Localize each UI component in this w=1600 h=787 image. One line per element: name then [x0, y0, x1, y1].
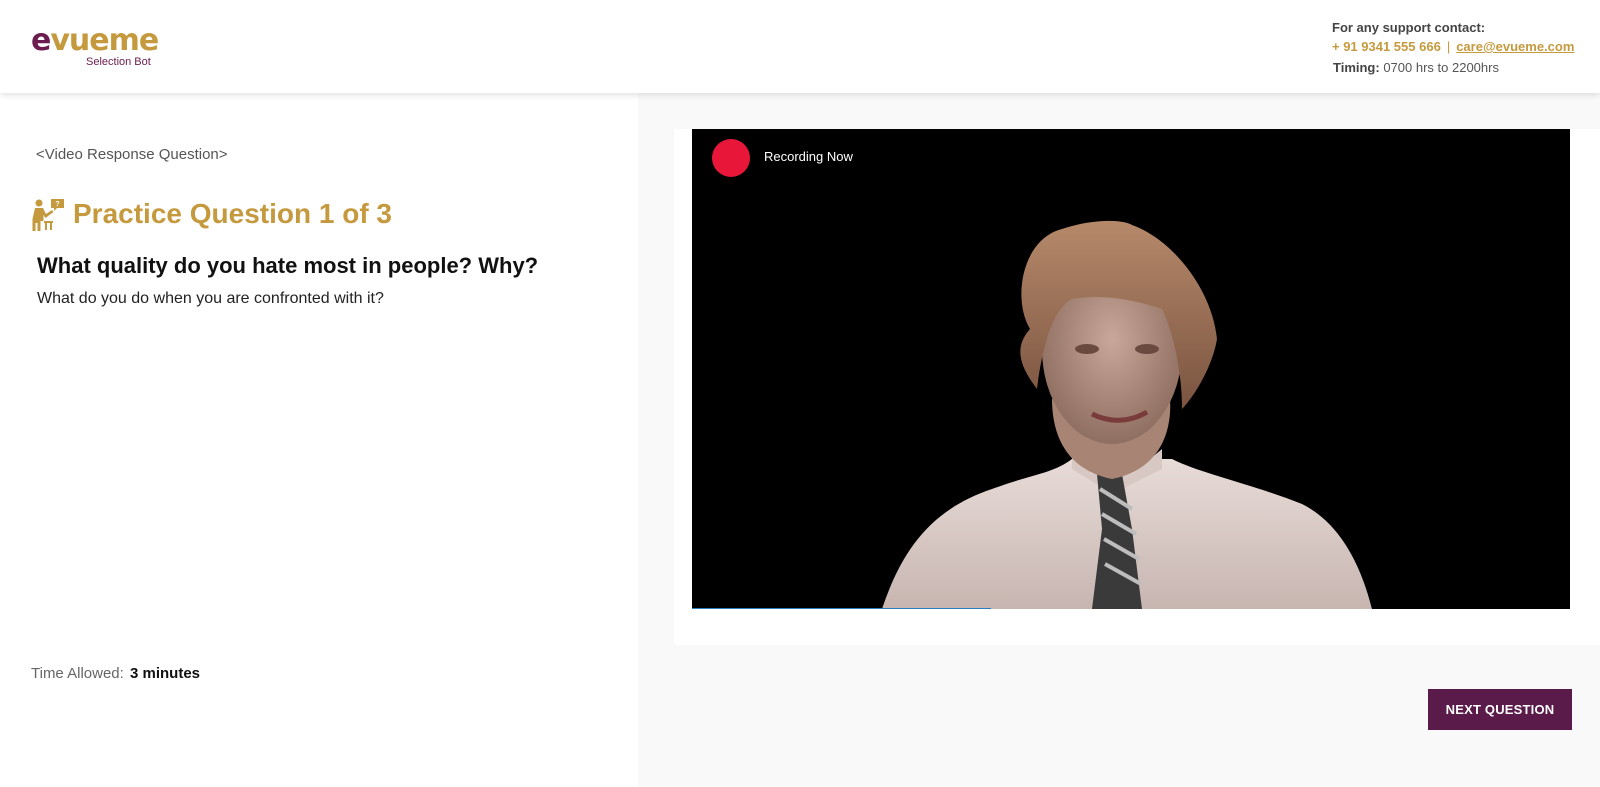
- support-phone[interactable]: + 91 9341 555 666: [1332, 39, 1441, 54]
- question-sub-text: What do you do when you are confronted w…: [37, 290, 384, 307]
- logo-wordmark: evueme: [31, 24, 161, 58]
- support-contacts-row: + 91 9341 555 666 | care@evueme.com: [1332, 37, 1594, 56]
- recording-status-label: Recording Now: [764, 149, 853, 164]
- timing-value: 0700 hrs to 2200hrs: [1383, 60, 1499, 75]
- recording-panel: Recording Now NEXT QUESTION: [638, 93, 1600, 787]
- logo-rest: vueme: [50, 23, 159, 58]
- time-allowed-label: Time Allowed:: [31, 665, 124, 682]
- question-type-label: <Video Response Question>: [36, 146, 228, 163]
- support-email-link[interactable]: care@evueme.com: [1456, 39, 1574, 54]
- next-question-button[interactable]: NEXT QUESTION: [1428, 689, 1572, 730]
- logo-letter: e: [31, 23, 51, 58]
- logo-subtitle: Selection Bot: [86, 56, 151, 68]
- webcam-person-image: [882, 220, 1372, 609]
- evueme-logo[interactable]: evueme Selection Bot: [31, 24, 161, 72]
- svg-text:?: ?: [55, 201, 59, 208]
- webcam-video[interactable]: Recording Now: [692, 129, 1570, 609]
- separator: |: [1446, 39, 1451, 54]
- timing-label: Timing:: [1333, 60, 1380, 75]
- header: evueme Selection Bot For any support con…: [0, 0, 1600, 93]
- video-container: Recording Now: [674, 129, 1600, 645]
- time-allowed: Time Allowed: 3 minutes: [31, 665, 200, 682]
- question-panel: <Video Response Question> ? Practice Que…: [0, 93, 638, 787]
- time-allowed-value: 3 minutes: [129, 665, 201, 682]
- practice-heading: ? Practice Question 1 of 3: [31, 197, 392, 231]
- teacher-icon: ?: [32, 199, 64, 231]
- support-label: For any support contact:: [1332, 20, 1486, 35]
- practice-title: Practice Question 1 of 3: [73, 198, 392, 229]
- support-contact: For any support contact: + 91 9341 555 6…: [1332, 18, 1594, 77]
- support-timing-row: Timing: 0700 hrs to 2200hrs: [1332, 58, 1594, 77]
- question-main-text: What quality do you hate most in people?…: [37, 253, 539, 278]
- recording-progress-bar: [692, 608, 991, 609]
- recording-indicator-icon: [712, 139, 750, 177]
